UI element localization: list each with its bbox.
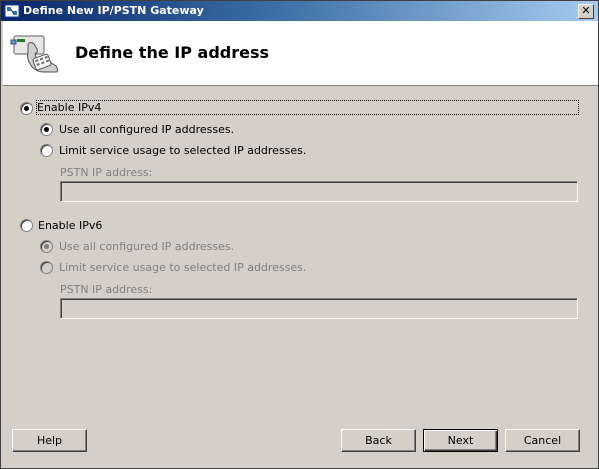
ipv4-use-all-label[interactable]: Use all configured IP addresses.: [59, 123, 234, 136]
header-banner: Define the IP address: [3, 21, 598, 86]
enable-ipv6-label[interactable]: Enable IPv6: [38, 219, 102, 232]
back-button[interactable]: Back: [341, 429, 416, 452]
ipv6-use-all-radio[interactable]: [40, 240, 53, 253]
page-title: Define the IP address: [75, 43, 270, 62]
help-button[interactable]: Help: [12, 429, 87, 452]
ipv6-limit-label: Limit service usage to selected IP addre…: [59, 261, 307, 274]
ipv4-pstn-label: PSTN IP address:: [60, 166, 153, 179]
close-button[interactable]: ✕: [578, 4, 594, 19]
cancel-button[interactable]: Cancel: [505, 429, 580, 452]
ipv4-limit-label[interactable]: Limit service usage to selected IP addre…: [59, 144, 306, 157]
gateway-app-icon: [4, 4, 20, 18]
enable-ipv6-radio[interactable]: [20, 219, 33, 232]
phone-gateway-icon: [10, 35, 58, 73]
window-title: Define New IP/PSTN Gateway: [23, 4, 204, 17]
next-button[interactable]: Next: [423, 429, 498, 452]
ipv6-limit-radio[interactable]: [40, 261, 53, 274]
enable-ipv4-radio[interactable]: [20, 102, 33, 115]
ipv4-limit-radio[interactable]: [40, 144, 53, 157]
ipv6-use-all-label: Use all configured IP addresses.: [59, 240, 235, 253]
title-bar[interactable]: Define New IP/PSTN Gateway ✕: [1, 1, 598, 21]
ipv6-pstn-label: PSTN IP address:: [60, 283, 153, 296]
ipv4-use-all-radio[interactable]: [40, 123, 53, 136]
ipv6-pstn-input[interactable]: [60, 298, 578, 319]
enable-ipv4-label[interactable]: Enable IPv4: [36, 100, 579, 115]
ipv4-pstn-input[interactable]: [60, 181, 578, 202]
dialog-window: Define New IP/PSTN Gateway ✕ Define the …: [0, 0, 599, 469]
